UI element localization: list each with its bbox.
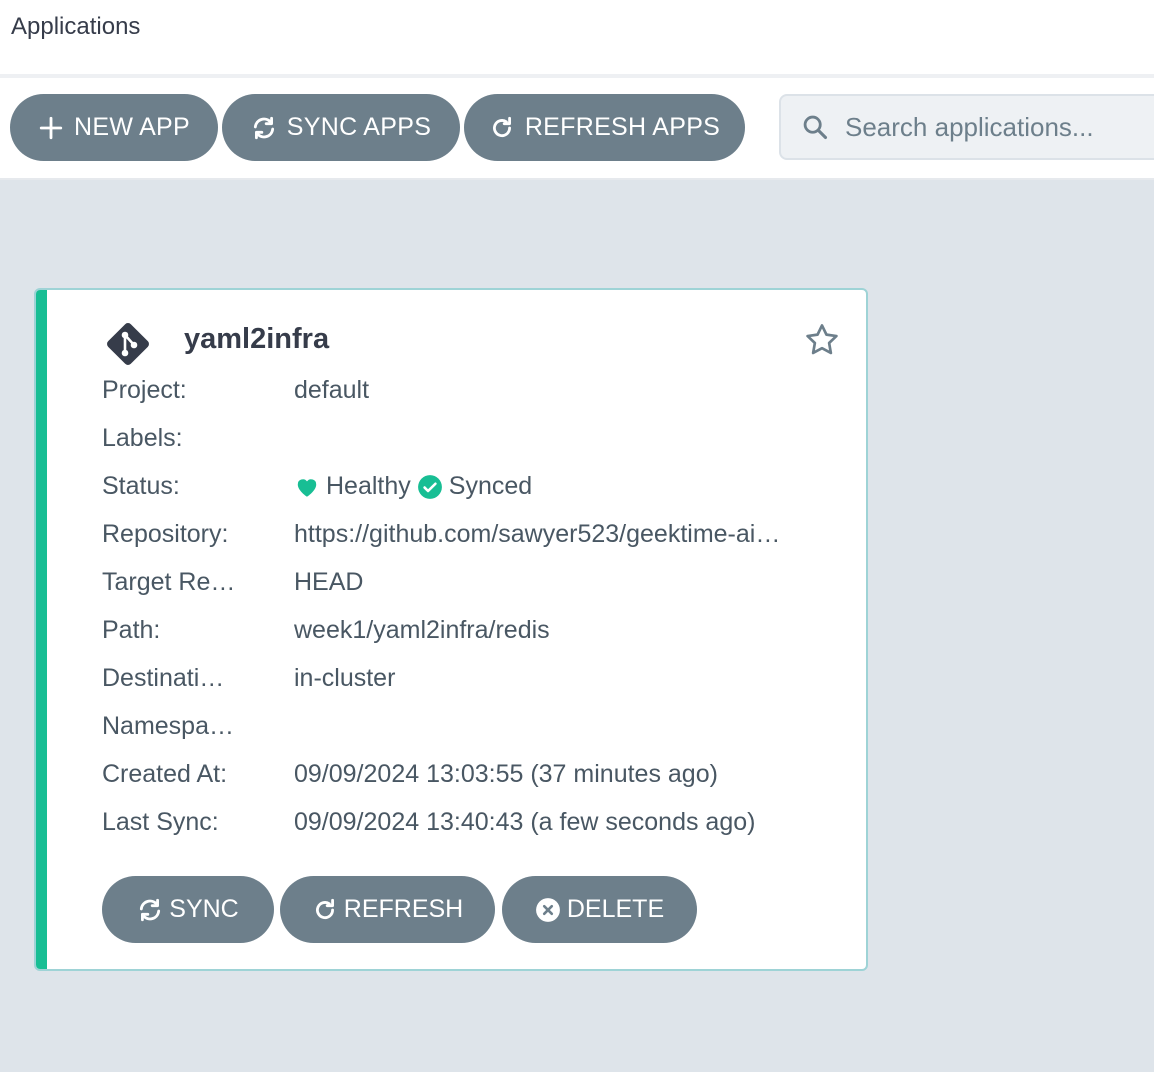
refresh-button-label: REFRESH <box>343 895 464 923</box>
labels-row: Labels: <box>102 424 822 454</box>
path-value: week1/yaml2infra/redis <box>294 616 550 644</box>
plus-icon <box>39 116 63 139</box>
top-bar: Applications <box>0 0 1154 78</box>
page-title: Applications <box>11 13 141 40</box>
check-circle-icon <box>417 474 442 499</box>
search-input[interactable] <box>845 111 1154 143</box>
destination-value: in-cluster <box>294 664 396 692</box>
path-row: Path: week1/yaml2infra/redis <box>102 616 822 646</box>
project-value: default <box>294 376 370 404</box>
sync-button[interactable]: SYNC <box>102 876 274 943</box>
created-at-row: Created At: 09/09/2024 13:03:55 (37 minu… <box>102 760 822 790</box>
sync-icon <box>140 898 161 921</box>
sync-apps-label: SYNC APPS <box>286 113 432 141</box>
refresh-icon <box>315 898 334 919</box>
health-status: Healthy <box>326 472 411 500</box>
health-accent-bar <box>36 290 47 969</box>
namespace-label: Namespa… <box>102 712 234 740</box>
git-icon <box>107 323 149 365</box>
sync-status: Synced <box>448 472 533 500</box>
heart-icon <box>297 478 317 497</box>
close-circle-icon <box>535 897 560 922</box>
repository-value[interactable]: https://github.com/sawyer523/geektime-ai… <box>294 520 814 549</box>
search-box[interactable] <box>779 94 1154 160</box>
namespace-row: Namespa… <box>102 712 822 742</box>
refresh-apps-label: REFRESH APPS <box>524 113 721 141</box>
star-icon[interactable] <box>803 321 841 359</box>
status-value: Healthy Synced <box>294 472 814 501</box>
delete-button-label: DELETE <box>566 895 665 923</box>
sync-button-label: SYNC <box>169 895 239 923</box>
last-sync-label: Last Sync: <box>102 808 219 836</box>
app-name[interactable]: yaml2infra <box>184 323 329 356</box>
refresh-apps-button[interactable]: REFRESH APPS <box>464 94 745 161</box>
status-row: Status: Healthy Synced <box>102 472 822 502</box>
labels-label: Labels: <box>102 424 183 452</box>
applications-panel: yaml2infra Project: default Labels: Stat… <box>0 180 1154 1072</box>
created-at-label: Created At: <box>102 760 228 788</box>
search-icon <box>803 115 828 140</box>
new-app-button[interactable]: NEW APP <box>10 94 218 161</box>
project-label: Project: <box>102 376 187 404</box>
repository-row: Repository: https://github.com/sawyer523… <box>102 520 822 550</box>
project-row: Project: default <box>102 376 822 406</box>
new-app-label: NEW APP <box>73 113 191 141</box>
refresh-button[interactable]: REFRESH <box>280 876 495 943</box>
last-sync-value: 09/09/2024 13:40:43 (a few seconds ago) <box>294 808 756 836</box>
created-at-value: 09/09/2024 13:03:55 (37 minutes ago) <box>294 760 718 788</box>
last-sync-row: Last Sync: 09/09/2024 13:40:43 (a few se… <box>102 808 822 838</box>
app-card[interactable]: yaml2infra Project: default Labels: Stat… <box>34 288 868 971</box>
status-label: Status: <box>102 472 180 500</box>
toolbar: NEW APP SYNC APPS REFRESH APPS <box>0 82 1154 180</box>
destination-row: Destinati… in-cluster <box>102 664 822 694</box>
sync-icon <box>253 116 274 139</box>
refresh-icon <box>492 116 511 137</box>
delete-button[interactable]: DELETE <box>502 876 697 943</box>
target-revision-label: Target Re… <box>102 568 236 596</box>
repository-label: Repository: <box>102 520 229 548</box>
target-revision-row: Target Re… HEAD <box>102 568 822 598</box>
destination-label: Destinati… <box>102 664 225 692</box>
target-revision-value: HEAD <box>294 568 364 596</box>
sync-apps-button[interactable]: SYNC APPS <box>222 94 460 161</box>
path-label: Path: <box>102 616 161 644</box>
